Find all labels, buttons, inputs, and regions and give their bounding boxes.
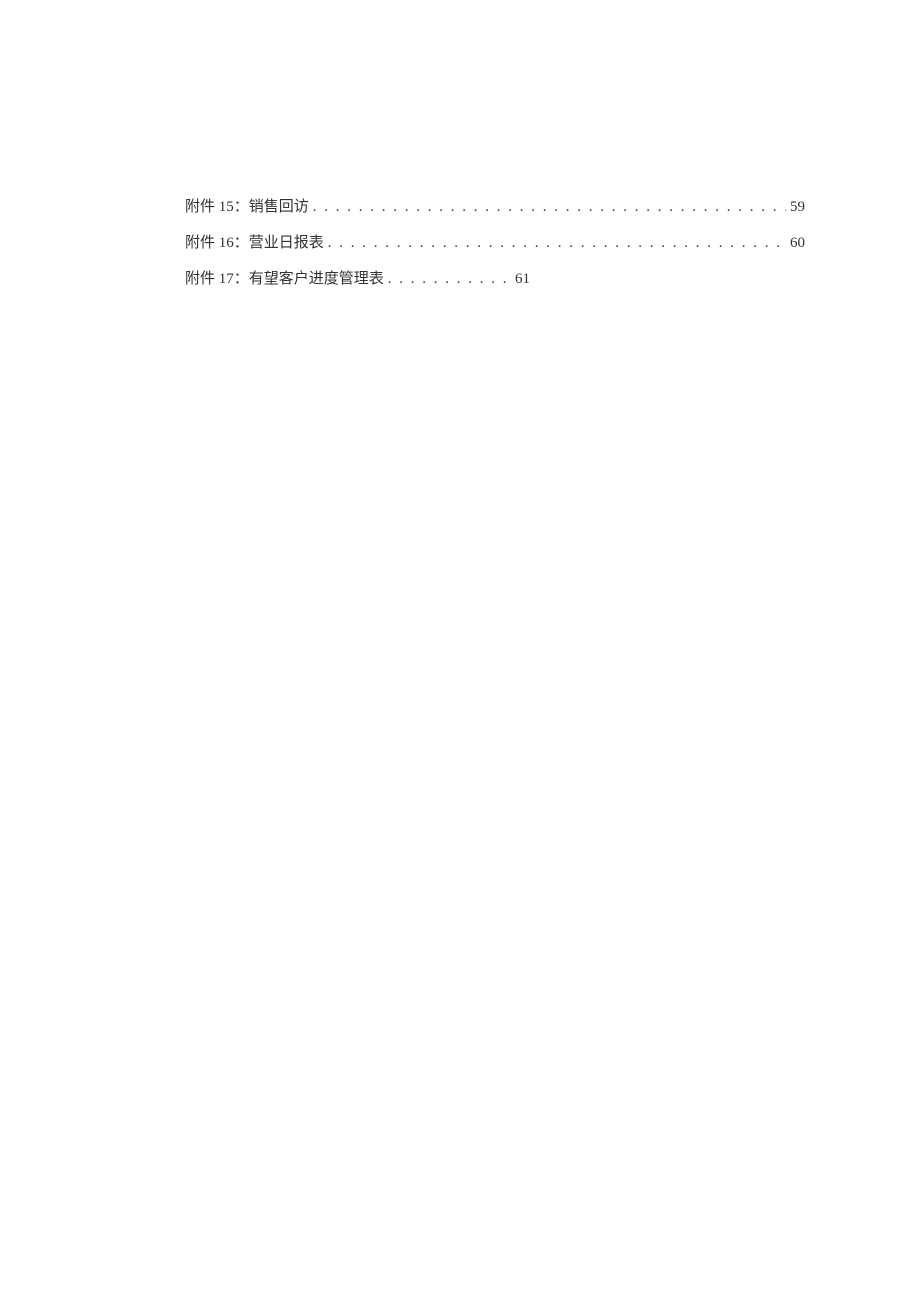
toc-leader [388,267,511,291]
toc-leader [313,195,786,219]
toc-page: 59 [790,195,805,219]
toc-page: 61 [515,267,530,291]
toc-leader [328,231,786,255]
toc-label: 附件 16：营业日报表 [185,231,324,255]
toc-label: 附件 17：有望客户进度管理表 [185,267,384,291]
toc-page: 60 [790,231,805,255]
toc-entry: 附件 17：有望客户进度管理表 61 [185,267,530,291]
toc-section: 附件 15：销售回访 59 附件 16：营业日报表 60 附件 17：有望客户进… [185,195,805,303]
toc-entry: 附件 16：营业日报表 60 [185,231,805,255]
toc-label: 附件 15：销售回访 [185,195,309,219]
toc-entry: 附件 15：销售回访 59 [185,195,805,219]
